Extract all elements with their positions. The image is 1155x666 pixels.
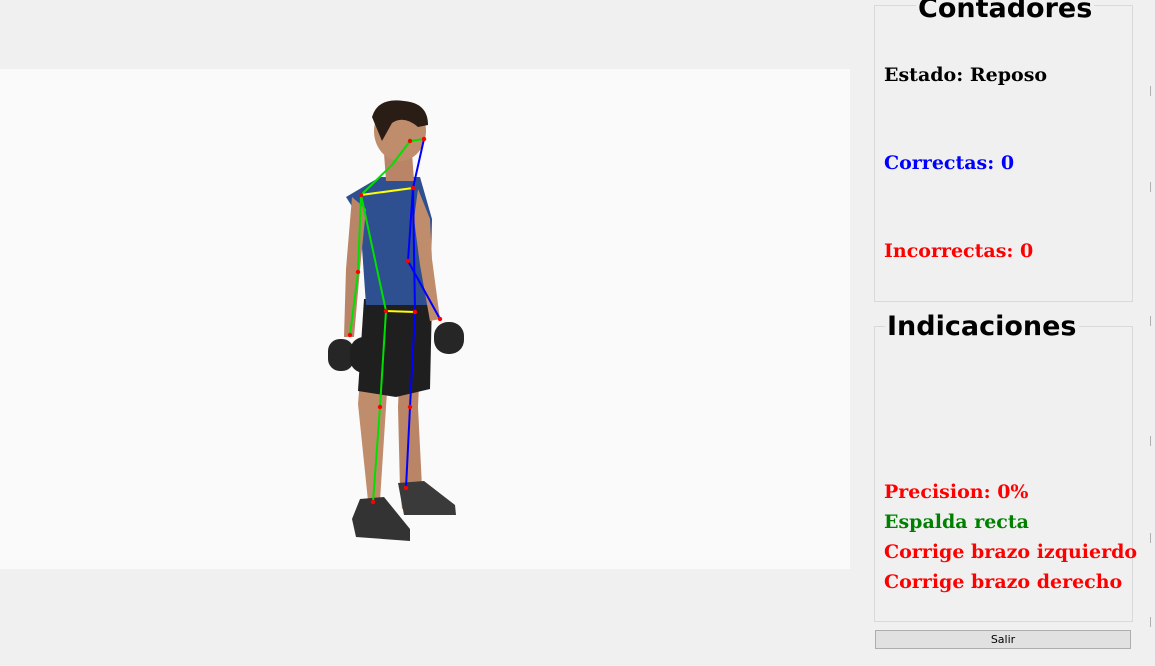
estado-label: Estado: Reposo (884, 64, 1048, 86)
person-figure (328, 100, 464, 541)
edge-mark (1150, 617, 1155, 627)
indicacion-brazo-derecho: Corrige brazo derecho (884, 571, 1123, 593)
joint-right-wrist (437, 316, 443, 322)
joint-left-hip (383, 308, 389, 314)
joint-left-elbow (355, 269, 361, 275)
edge-mark (1150, 436, 1155, 446)
edge-mark (1150, 533, 1155, 543)
joint-right-elbow (405, 258, 411, 264)
indicaciones-group: Indicaciones Precision: 0% Espalda recta… (874, 311, 1137, 622)
indicacion-espalda: Espalda recta (884, 511, 1029, 533)
joint-right-ankle (403, 485, 409, 491)
joint-right-knee (407, 404, 413, 410)
joint-left-wrist (347, 332, 353, 338)
indicacion-precision: Precision: 0% (884, 481, 1029, 503)
contadores-group: Contadores Estado: Reposo Correctas: 0 I… (874, 0, 1133, 302)
camera-feed (0, 69, 850, 569)
pose-frame (328, 100, 464, 541)
indicaciones-title: Indicaciones (885, 311, 1079, 343)
correctas-counter: Correctas: 0 (884, 152, 1015, 174)
joint-right-hip (412, 309, 418, 315)
incorrectas-counter: Incorrectas: 0 (884, 240, 1034, 262)
joint-right-shoulder (410, 185, 416, 191)
salir-button[interactable]: Salir (875, 630, 1131, 649)
joint-left-ankle (370, 499, 376, 505)
joint-nose (421, 136, 427, 142)
joint-left-knee (377, 404, 383, 410)
edge-mark (1150, 86, 1155, 96)
joint-eye (407, 138, 413, 144)
joint-left-shoulder (358, 192, 364, 198)
contadores-title: Contadores (916, 0, 1095, 24)
edge-mark (1150, 316, 1155, 326)
edge-mark (1150, 182, 1155, 192)
indicacion-brazo-izquierdo: Corrige brazo izquierdo (884, 541, 1138, 563)
hip-line (385, 310, 416, 313)
